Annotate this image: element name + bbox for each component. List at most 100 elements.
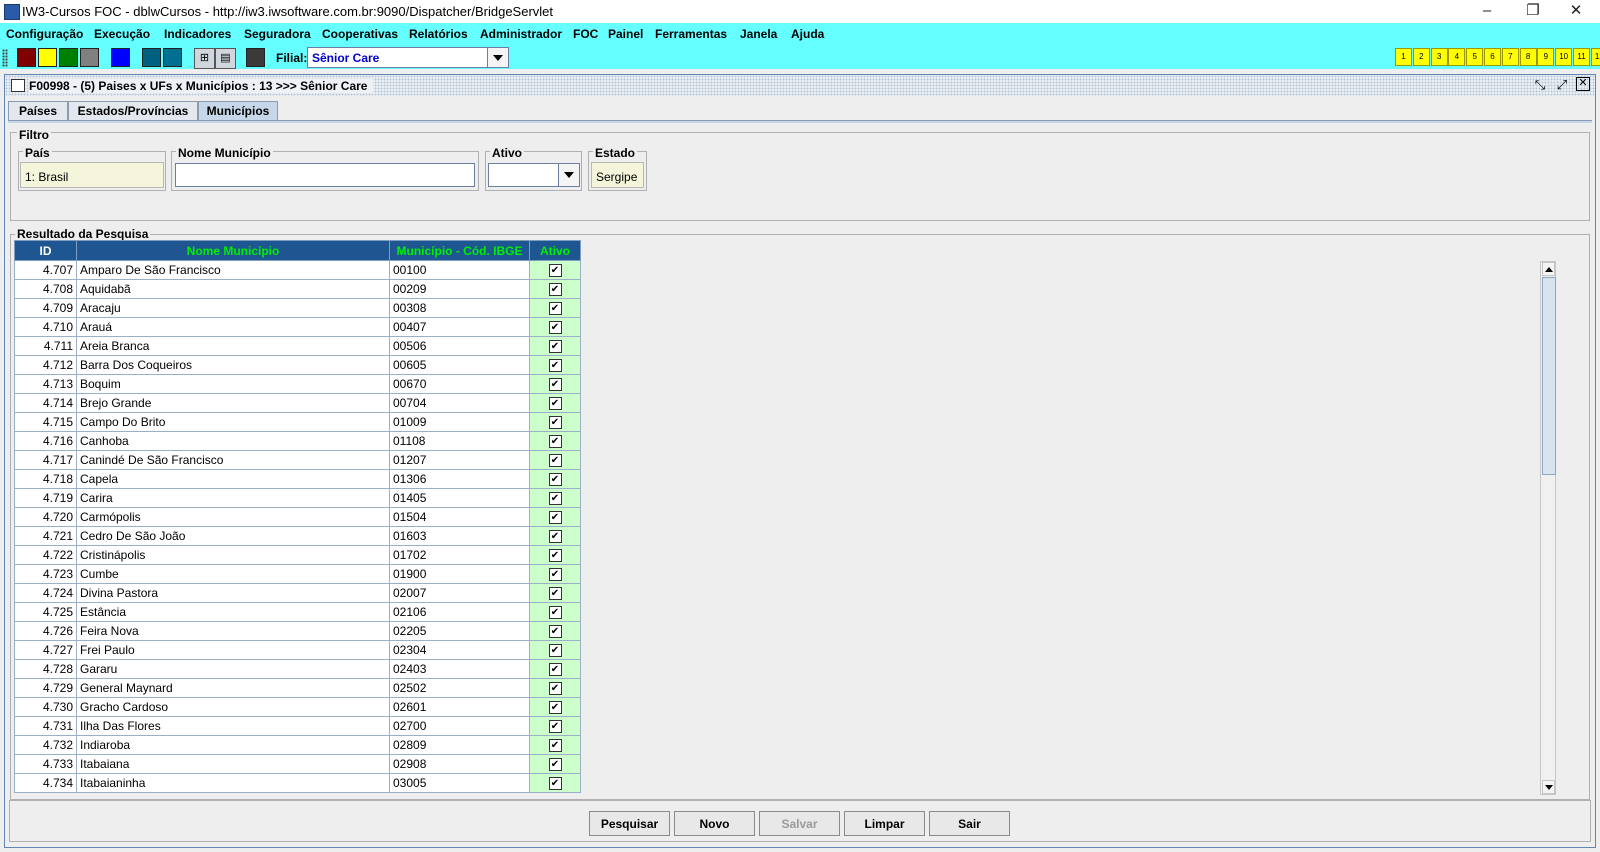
checkbox-checked-icon[interactable]: ✔ bbox=[548, 701, 562, 715]
window-number-button[interactable]: 10 bbox=[1555, 48, 1573, 66]
tab-municipios[interactable]: Municípios bbox=[198, 101, 278, 120]
color-swatch-teal[interactable] bbox=[142, 48, 161, 67]
menu-painel[interactable]: Painel bbox=[608, 27, 643, 45]
cell-cod-ibge[interactable]: 00407 bbox=[389, 317, 530, 337]
cell-id[interactable]: 4.719 bbox=[14, 488, 77, 508]
cell-cod-ibge[interactable]: 02403 bbox=[389, 659, 530, 679]
cell-cod-ibge[interactable]: 02304 bbox=[389, 640, 530, 660]
window-number-button[interactable]: 1 bbox=[1395, 48, 1412, 66]
window-number-button[interactable]: 12 bbox=[1590, 48, 1600, 66]
pesquisar-button[interactable]: Pesquisar bbox=[589, 811, 670, 836]
cell-id[interactable]: 4.730 bbox=[14, 697, 77, 717]
cell-id[interactable]: 4.725 bbox=[14, 602, 77, 622]
checkbox-checked-icon[interactable]: ✔ bbox=[548, 511, 562, 525]
menu-indicadores[interactable]: Indicadores bbox=[164, 27, 231, 45]
iconify-icon[interactable]: ⤡ bbox=[1532, 77, 1548, 93]
cell-id[interactable]: 4.728 bbox=[14, 659, 77, 679]
checkbox-checked-icon[interactable]: ✔ bbox=[548, 397, 562, 411]
tree-icon[interactable]: ⊞ bbox=[194, 48, 215, 69]
cell-cod-ibge[interactable]: 00506 bbox=[389, 336, 530, 356]
checkbox-checked-icon[interactable]: ✔ bbox=[548, 492, 562, 506]
menu-cooperativas[interactable]: Cooperativas bbox=[322, 27, 398, 45]
table-row[interactable]: 4.714 Brejo Grande 00704 ✔ bbox=[14, 393, 581, 413]
close-window-icon[interactable]: ✕ bbox=[1553, 0, 1599, 23]
window-number-button[interactable]: 11 bbox=[1573, 48, 1590, 66]
table-row[interactable]: 4.711 Areia Branca 00506 ✔ bbox=[14, 336, 581, 356]
cell-id[interactable]: 4.726 bbox=[14, 621, 77, 641]
table-row[interactable]: 4.719 Carira 01405 ✔ bbox=[14, 488, 581, 508]
cell-nome[interactable]: Carira bbox=[76, 488, 390, 508]
cell-nome[interactable]: Itabaiana bbox=[76, 754, 390, 774]
cell-nome[interactable]: Campo Do Brito bbox=[76, 412, 390, 432]
frame-title-bar[interactable]: F00998 - (5) Paises x UFs x Municípios :… bbox=[5, 75, 1595, 96]
table-row[interactable]: 4.730 Gracho Cardoso 02601 ✔ bbox=[14, 697, 581, 717]
checkbox-checked-icon[interactable]: ✔ bbox=[548, 549, 562, 563]
tab-estados[interactable]: Estados/Províncias bbox=[68, 101, 198, 120]
cell-nome[interactable]: Cumbe bbox=[76, 564, 390, 584]
table-row[interactable]: 4.708 Aquidabã 00209 ✔ bbox=[14, 279, 581, 299]
checkbox-checked-icon[interactable]: ✔ bbox=[548, 454, 562, 468]
cell-nome[interactable]: Areia Branca bbox=[76, 336, 390, 356]
table-row[interactable]: 4.732 Indiaroba 02809 ✔ bbox=[14, 735, 581, 755]
minimize-icon[interactable]: – bbox=[1464, 0, 1510, 23]
checkbox-checked-icon[interactable]: ✔ bbox=[548, 587, 562, 601]
checkbox-checked-icon[interactable]: ✔ bbox=[548, 340, 562, 354]
table-row[interactable]: 4.723 Cumbe 01900 ✔ bbox=[14, 564, 581, 584]
cell-cod-ibge[interactable]: 00209 bbox=[389, 279, 530, 299]
cell-id[interactable]: 4.727 bbox=[14, 640, 77, 660]
cell-id[interactable]: 4.711 bbox=[14, 336, 77, 356]
cell-cod-ibge[interactable]: 01108 bbox=[389, 431, 530, 451]
scroll-thumb[interactable] bbox=[1542, 277, 1556, 475]
checkbox-checked-icon[interactable]: ✔ bbox=[548, 435, 562, 449]
cell-nome[interactable]: Barra Dos Coqueiros bbox=[76, 355, 390, 375]
cell-cod-ibge[interactable]: 02908 bbox=[389, 754, 530, 774]
cell-nome[interactable]: Boquim bbox=[76, 374, 390, 394]
cell-nome[interactable]: Ilha Das Flores bbox=[76, 716, 390, 736]
cell-cod-ibge[interactable]: 00100 bbox=[389, 260, 530, 280]
checkbox-checked-icon[interactable]: ✔ bbox=[548, 644, 562, 658]
menu-foc[interactable]: FOC bbox=[573, 27, 598, 45]
menu-ajuda[interactable]: Ajuda bbox=[791, 27, 824, 45]
checkbox-checked-icon[interactable]: ✔ bbox=[548, 682, 562, 696]
cell-nome[interactable]: Divina Pastora bbox=[76, 583, 390, 603]
color-swatch-dark[interactable] bbox=[246, 48, 265, 67]
novo-button[interactable]: Novo bbox=[674, 811, 755, 836]
cell-id[interactable]: 4.732 bbox=[14, 735, 77, 755]
cell-id[interactable]: 4.722 bbox=[14, 545, 77, 565]
limpar-button[interactable]: Limpar bbox=[844, 811, 925, 836]
table-row[interactable]: 4.715 Campo Do Brito 01009 ✔ bbox=[14, 412, 581, 432]
table-row[interactable]: 4.722 Cristinápolis 01702 ✔ bbox=[14, 545, 581, 565]
cell-nome[interactable]: Aracaju bbox=[76, 298, 390, 318]
table-row[interactable]: 4.718 Capela 01306 ✔ bbox=[14, 469, 581, 489]
windows-icon[interactable]: ▤ bbox=[215, 48, 236, 69]
cell-nome[interactable]: Carmópolis bbox=[76, 507, 390, 527]
scroll-up-arrow[interactable] bbox=[1542, 262, 1555, 276]
table-row[interactable]: 4.726 Feira Nova 02205 ✔ bbox=[14, 621, 581, 641]
color-swatch-blue[interactable] bbox=[111, 48, 130, 67]
cell-cod-ibge[interactable]: 01306 bbox=[389, 469, 530, 489]
cell-cod-ibge[interactable]: 02205 bbox=[389, 621, 530, 641]
table-row[interactable]: 4.728 Gararu 02403 ✔ bbox=[14, 659, 581, 679]
cell-cod-ibge[interactable]: 02809 bbox=[389, 735, 530, 755]
checkbox-checked-icon[interactable]: ✔ bbox=[548, 302, 562, 316]
checkbox-checked-icon[interactable]: ✔ bbox=[548, 606, 562, 620]
window-number-button[interactable]: 3 bbox=[1430, 48, 1448, 66]
column-header-id[interactable]: ID bbox=[14, 240, 77, 261]
cell-id[interactable]: 4.715 bbox=[14, 412, 77, 432]
nome-municipio-input[interactable] bbox=[175, 163, 475, 187]
cell-id[interactable]: 4.716 bbox=[14, 431, 77, 451]
window-number-button[interactable]: 9 bbox=[1537, 48, 1555, 66]
cell-nome[interactable]: Canindé De São Francisco bbox=[76, 450, 390, 470]
color-swatch-green[interactable] bbox=[59, 48, 78, 67]
checkbox-checked-icon[interactable]: ✔ bbox=[548, 264, 562, 278]
ativo-select[interactable] bbox=[488, 163, 580, 187]
menu-janela[interactable]: Janela bbox=[740, 27, 777, 45]
table-row[interactable]: 4.717 Canindé De São Francisco 01207 ✔ bbox=[14, 450, 581, 470]
window-number-button[interactable]: 2 bbox=[1412, 48, 1430, 66]
cell-nome[interactable]: Aquidabã bbox=[76, 279, 390, 299]
cell-id[interactable]: 4.718 bbox=[14, 469, 77, 489]
cell-id[interactable]: 4.721 bbox=[14, 526, 77, 546]
cell-cod-ibge[interactable]: 00605 bbox=[389, 355, 530, 375]
checkbox-checked-icon[interactable]: ✔ bbox=[548, 720, 562, 734]
sair-button[interactable]: Sair bbox=[929, 811, 1010, 836]
